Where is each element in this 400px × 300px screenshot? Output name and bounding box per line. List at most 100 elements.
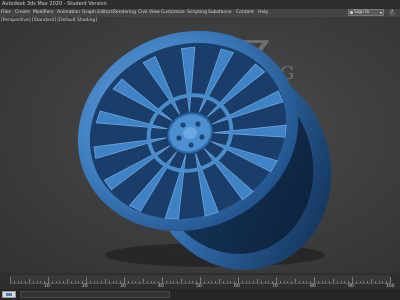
timeline-tick [86,277,87,283]
timeline-tick [78,281,80,283]
menu-content[interactable]: Content [236,9,254,17]
timeline-tick [165,281,167,283]
menu-create[interactable]: Create [15,9,30,17]
menu-graph-editors[interactable]: Graph Editors [82,9,113,17]
menu-scripting[interactable]: Scripting [187,9,207,17]
timeline-tick [105,279,106,283]
timeline-tick [310,281,312,283]
timeline-tick [17,281,19,283]
timeline-tick [177,281,179,283]
timeline[interactable]: 10 20 30 40 50 60 70 80 90 100 [0,273,400,289]
timeline-tick [219,279,220,283]
timeline-tick [120,281,122,283]
timeline-tick [25,281,27,283]
menu-rendering[interactable]: Rendering [113,9,136,17]
timeline-tick [333,279,334,283]
timeline-tick [51,281,53,283]
timeline-tick [238,277,239,283]
perspective-viewport[interactable]: Z G [Perspective] [Standard] [Default Sh… [0,17,400,273]
timeline-tick [67,279,68,283]
timeline-tick [371,279,372,283]
timeline-tick [257,279,258,283]
timeline-tick [302,281,304,283]
timeline-tick [150,281,152,283]
timeline-tick [40,281,42,283]
timeline-tick [336,281,338,283]
timeline-tick [276,277,277,283]
timeline-tick [355,281,357,283]
timeline-tick [245,281,247,283]
timeline-tick [249,281,251,283]
timeline-tick [44,281,46,283]
timeline-tick [325,281,327,283]
timeline-tick [192,281,194,283]
timeline-tick [108,281,110,283]
timeline-tick [230,281,232,283]
maxscript-input[interactable] [20,291,170,298]
menu-substance[interactable]: Substance [208,9,232,17]
timeline-tick [196,281,198,283]
timeline-tick [359,281,361,283]
timeline-tick [48,277,49,283]
timeline-tick [264,281,266,283]
timeline-tick [32,281,34,283]
timeline-tick [173,281,175,283]
timeline-tick [143,279,144,283]
timeline-tick [386,281,388,283]
timeline-tick [70,281,72,283]
timeline-tick [348,281,350,283]
timeline-tick [291,281,293,283]
menu-customize[interactable]: Customize [161,9,185,17]
sign-in-dropdown[interactable]: Sign In ▾ [348,9,384,16]
timeline-tick [272,281,274,283]
timeline-tick [306,281,308,283]
timeline-tick [317,281,319,283]
timeline-tick [283,281,285,283]
timeline-tick [287,281,289,283]
timeline-tick [131,281,133,283]
timeline-tick [321,281,323,283]
maxscript-listener-icon[interactable] [2,291,16,298]
timeline-ruler[interactable]: 10 20 30 40 50 60 70 80 90 100 [10,275,395,289]
user-icon [350,11,353,14]
timeline-tick [59,281,61,283]
timeline-tick [279,281,281,283]
timeline-tick [344,281,346,283]
timeline-tick [352,277,353,283]
viewport-label[interactable]: [Perspective] [Standard] [Default Shadin… [1,18,97,24]
timeline-tick [390,277,391,283]
timeline-tick [124,277,125,283]
menu-help[interactable]: Help [258,9,268,17]
timeline-tick [116,281,118,283]
timeline-tick [181,279,182,283]
wheel-render: Z G [77,30,332,270]
timeline-tick [295,279,296,283]
timeline-tick [253,281,255,283]
timeline-tick [101,281,103,283]
timeline-tick [378,281,380,283]
timeline-tick [162,277,163,283]
timeline-tick [260,281,262,283]
timeline-tick [234,281,236,283]
timeline-tick [329,281,331,283]
timeline-tick [127,281,129,283]
timeline-tick [363,281,365,283]
menu-animation[interactable]: Animation [57,9,80,17]
menu-civil-view[interactable]: Civil View [138,9,160,17]
menu-files[interactable]: Files [1,9,11,17]
timeline-tick [314,277,315,283]
timeline-tick [340,281,342,283]
help-icon[interactable]: ? [389,10,395,16]
timeline-tick [374,281,376,283]
timeline-tick [63,281,65,283]
menu-bar: Files Create Modifiers Animation Graph E… [0,9,400,17]
chevron-down-icon: ▾ [379,10,382,15]
status-bar [0,289,400,300]
menu-modifiers[interactable]: Modifiers [33,9,54,17]
timeline-tick [135,281,137,283]
timeline-tick [382,281,384,283]
timeline-tick [55,281,57,283]
timeline-tick [158,281,160,283]
timeline-tick [169,281,171,283]
timeline-tick [203,281,205,283]
